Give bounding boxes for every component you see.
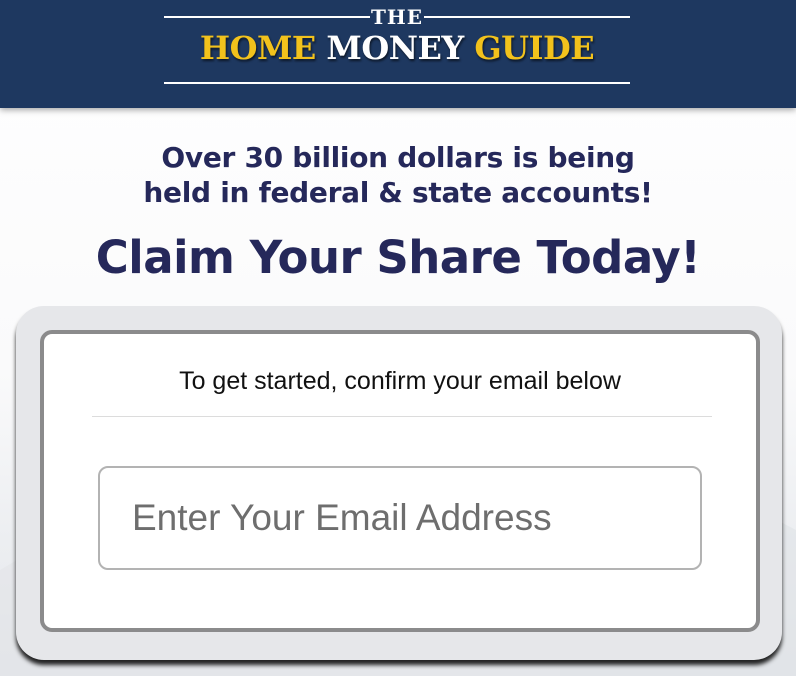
subheadline: Over 30 billion dollars is being held in… — [0, 140, 796, 210]
logo-word-home: HOME — [199, 29, 316, 67]
logo-word-money: MONEY — [326, 29, 464, 67]
site-header: THE HOME MONEY GUIDE — [0, 0, 796, 108]
logo-word-guide: GUIDE — [474, 29, 595, 67]
page-headline: Claim Your Share Today! — [95, 231, 701, 284]
form-divider — [92, 416, 712, 417]
logo-the: THE — [370, 5, 424, 29]
email-form-card: To get started, confirm your email below — [40, 330, 760, 632]
logo-name: HOME MONEY GUIDE — [164, 29, 630, 67]
email-input[interactable] — [98, 466, 702, 570]
subheadline-line-2: held in federal & state accounts! — [143, 176, 653, 209]
form-prompt: To get started, confirm your email below — [179, 367, 621, 395]
home-money-guide-logo[interactable]: THE HOME MONEY GUIDE — [164, 4, 630, 88]
subheadline-line-1: Over 30 billion dollars is being — [161, 141, 635, 174]
logo-rule — [164, 82, 630, 84]
